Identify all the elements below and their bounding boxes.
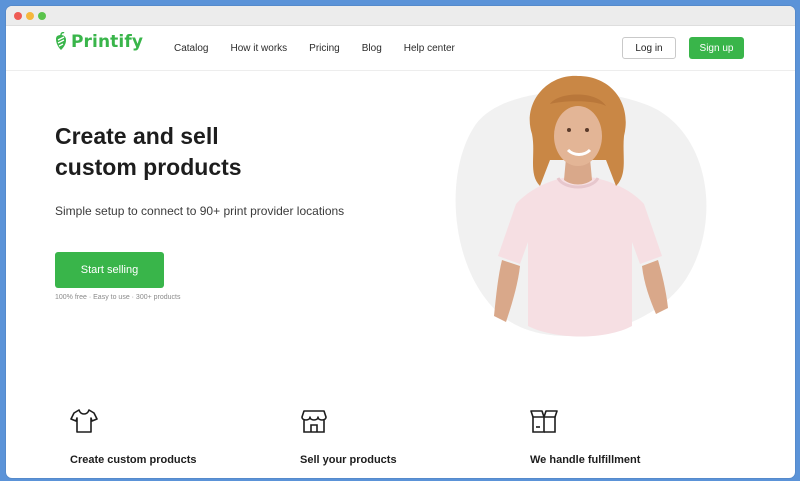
window-titlebar — [6, 6, 795, 26]
minimize-window-button[interactable] — [26, 12, 34, 20]
storefront-icon — [301, 410, 327, 433]
hero-title-line-2: custom products — [55, 154, 242, 180]
hero-title: Create and sell custom products — [55, 121, 375, 183]
maximize-window-button[interactable] — [38, 12, 46, 20]
feature-sell-your-products: Sell your products — [300, 408, 397, 466]
tshirt-icon — [70, 409, 98, 433]
nav-link-pricing[interactable]: Pricing — [309, 43, 340, 54]
nav-link-how-it-works[interactable]: How it works — [230, 43, 287, 54]
nav-link-catalog[interactable]: Catalog — [174, 43, 208, 54]
feature-we-handle-fulfillment: We handle fulfillment — [530, 408, 640, 466]
hero-model-image — [455, 75, 707, 337]
browser-window: Printify Catalog How it works Pricing Bl… — [6, 6, 795, 478]
nav-link-blog[interactable]: Blog — [362, 43, 382, 54]
close-window-button[interactable] — [14, 12, 22, 20]
feature-title: Sell your products — [300, 454, 397, 466]
hero-title-line-1: Create and sell — [55, 123, 219, 149]
start-selling-button[interactable]: Start selling — [55, 252, 164, 288]
printify-logo[interactable]: Printify — [53, 32, 143, 52]
package-icon — [530, 410, 558, 433]
hero-subtitle: Simple setup to connect to 90+ print pro… — [55, 204, 345, 218]
brand-name: Printify — [71, 32, 144, 52]
nav-link-help-center[interactable]: Help center — [404, 43, 455, 54]
feature-create-custom-products: Create custom products — [70, 408, 197, 466]
printify-logo-icon — [56, 32, 66, 50]
hero-note: 100% free · Easy to use · 300+ products — [55, 294, 181, 301]
signup-button[interactable]: Sign up — [689, 37, 744, 59]
login-button[interactable]: Log in — [622, 37, 676, 59]
feature-title: Create custom products — [70, 454, 197, 466]
main-nav: Catalog How it works Pricing Blog Help c… — [174, 43, 477, 54]
feature-title: We handle fulfillment — [530, 454, 641, 466]
